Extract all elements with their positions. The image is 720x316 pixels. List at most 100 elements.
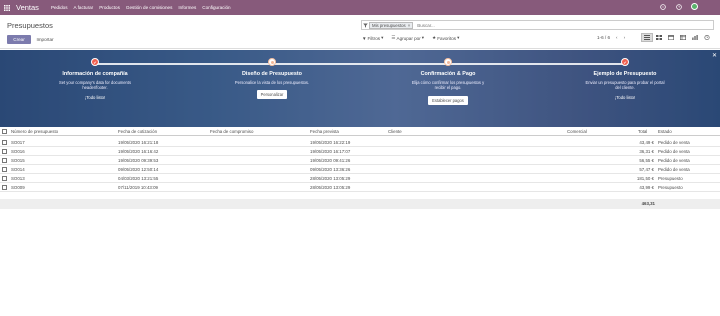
remove-facet-icon[interactable]: ×: [408, 23, 411, 28]
cell-quote-date: 09/05/2020 12:50:14: [118, 167, 159, 172]
row-checkbox[interactable]: [2, 167, 7, 172]
cell-quote-date: 04/03/2020 13:21:55: [118, 176, 159, 181]
cell-status: Presupuesto: [658, 176, 683, 181]
close-icon[interactable]: ✕: [712, 52, 717, 59]
search-input[interactable]: [417, 22, 568, 28]
table-row[interactable]: SO017 19/05/2020 16:21:18 19/05/2020 16:…: [0, 138, 720, 147]
step-description: Elija cómo confirmar los presupuestos y …: [411, 80, 485, 91]
cell-expected-date: 09/05/2020 13:36:26: [310, 167, 351, 172]
customize-button[interactable]: Personalizar: [256, 90, 288, 100]
table-row[interactable]: SO016 19/05/2020 16:16:42 19/05/2020 16:…: [0, 147, 720, 156]
column-header-number[interactable]: Número de presupuesto: [11, 129, 58, 134]
graph-view-icon[interactable]: [689, 33, 701, 42]
menu-item-pedidos[interactable]: Pedidos: [51, 5, 68, 10]
calendar-view-icon[interactable]: [665, 33, 677, 42]
top-menu: Pedidos A facturar Productos Gestión de …: [51, 5, 231, 10]
activity-view-icon[interactable]: [701, 33, 713, 42]
column-header-expected-date[interactable]: Fecha prevista: [310, 129, 339, 134]
groupby-label: Agrupar por: [396, 35, 421, 41]
table-row[interactable]: SO014 09/05/2020 12:50:14 09/05/2020 13:…: [0, 165, 720, 174]
menu-item-configuracion[interactable]: Configuración: [202, 5, 230, 10]
row-checkbox[interactable]: [2, 185, 7, 190]
cell-total: 56,55 €: [639, 158, 654, 163]
cell-expected-date: 19/05/2020 09:41:26: [310, 158, 351, 163]
step-title: Información de compañía: [62, 71, 128, 77]
step-done-label: ¡Todo listo!: [84, 94, 106, 100]
cell-total: 43,99 €: [639, 185, 654, 190]
view-switcher: [641, 33, 713, 42]
caret-down-icon: ▾: [381, 35, 384, 40]
menu-item-a-facturar[interactable]: A facturar: [74, 5, 94, 10]
list-view-icon[interactable]: [641, 33, 653, 42]
pager: 1-6 / 6 ‹ ›: [597, 35, 625, 40]
step-done-check-icon: [621, 58, 629, 66]
sum-total: 463,31: [641, 201, 655, 206]
clock-icon[interactable]: [675, 3, 682, 10]
user-avatar[interactable]: [691, 3, 698, 10]
chat-icon[interactable]: [659, 3, 666, 10]
apps-grid-icon[interactable]: [1, 4, 13, 11]
cell-total: 43,49 €: [639, 140, 654, 145]
column-header-salesperson[interactable]: Comercial: [567, 129, 587, 134]
step-title: Ejemplo de Presupuesto: [593, 71, 657, 77]
search-bar[interactable]: Mis presupuestos ×: [361, 20, 714, 30]
app-title: Ventas: [16, 3, 39, 12]
table-row[interactable]: SO009 07/11/2019 10:43:09 28/05/2020 13:…: [0, 183, 720, 192]
step-title: Confirmación & Pago: [420, 71, 476, 77]
row-checkbox[interactable]: [2, 176, 7, 181]
step-done-label: ¡Todo listo!: [614, 94, 636, 100]
step-done-check-icon: [91, 58, 99, 66]
caret-down-icon: ▾: [421, 35, 425, 40]
favorites-dropdown[interactable]: ★ Favoritos ▾: [432, 35, 459, 41]
row-checkbox[interactable]: [2, 140, 7, 145]
search-facet[interactable]: Mis presupuestos ×: [369, 21, 414, 29]
groupby-dropdown[interactable]: ☰ Agrupar por ▾: [391, 35, 424, 41]
cell-expected-date: 19/05/2020 16:17:07: [310, 149, 351, 154]
cell-number: SO009: [11, 185, 25, 190]
cell-number: SO013: [11, 176, 25, 181]
cell-expected-date: 19/05/2020 16:22:19: [310, 140, 351, 145]
cell-status: Presupuesto: [658, 185, 683, 190]
kanban-view-icon[interactable]: [653, 33, 665, 42]
cell-total: 36,31 €: [639, 149, 654, 154]
favorites-label: Favoritos: [437, 35, 457, 41]
step-title: Diseño de Presupuesto: [242, 71, 302, 77]
table-row[interactable]: SO013 04/03/2020 13:21:55 28/05/2020 13:…: [0, 174, 720, 183]
menu-item-comisiones[interactable]: Gestión de comisiones: [126, 5, 172, 10]
filter-icon: ▼: [362, 35, 367, 41]
column-header-customer[interactable]: Cliente: [388, 129, 402, 134]
create-button[interactable]: Crear: [7, 35, 31, 44]
column-header-status[interactable]: Estado: [658, 129, 672, 134]
row-checkbox[interactable]: [2, 149, 7, 154]
row-checkbox[interactable]: [2, 158, 7, 163]
column-header-quote-date[interactable]: Fecha de cotización: [118, 129, 157, 134]
filters-dropdown[interactable]: ▼ Filtros ▾: [362, 35, 383, 41]
pager-next-icon[interactable]: ›: [624, 35, 626, 40]
menu-item-productos[interactable]: Productos: [99, 5, 120, 10]
menu-item-informes[interactable]: Informes: [178, 5, 196, 10]
table-row[interactable]: SO015 19/05/2020 09:39:53 19/05/2020 09:…: [0, 156, 720, 165]
cell-status: Pedido de venta: [658, 158, 690, 163]
step-pending-icon: [444, 58, 452, 66]
pager-value[interactable]: 1-6 / 6: [597, 35, 610, 40]
cell-quote-date: 19/05/2020 09:39:53: [118, 158, 159, 163]
select-all-checkbox[interactable]: [2, 129, 7, 134]
search-facet-label: Mis presupuestos: [372, 22, 406, 28]
cell-quote-date: 19/05/2020 16:16:42: [118, 149, 159, 154]
cell-number: SO016: [11, 149, 25, 154]
cell-total: 57,47 €: [639, 167, 654, 172]
pager-previous-icon[interactable]: ‹: [616, 35, 618, 40]
set-payments-button[interactable]: Establecer pagos: [428, 95, 468, 105]
table-header: Número de presupuesto Fecha de cotizació…: [0, 127, 720, 136]
filter-funnel-icon: [362, 21, 368, 29]
search-options: ▼ Filtros ▾ ☰ Agrupar por ▾ ★ Favoritos …: [362, 35, 459, 41]
column-header-commit-date[interactable]: Fecha de compromiso: [210, 129, 253, 134]
import-button[interactable]: Importar: [33, 35, 57, 44]
step-description: Set your company's data for documents he…: [58, 80, 131, 91]
column-header-total[interactable]: Total: [638, 129, 647, 134]
pivot-view-icon[interactable]: [677, 33, 689, 42]
navbar-systray: [659, 3, 698, 10]
filters-label: Filtros: [367, 35, 381, 41]
breadcrumb[interactable]: Presupuestos: [7, 21, 53, 30]
star-icon: ★: [432, 35, 437, 40]
